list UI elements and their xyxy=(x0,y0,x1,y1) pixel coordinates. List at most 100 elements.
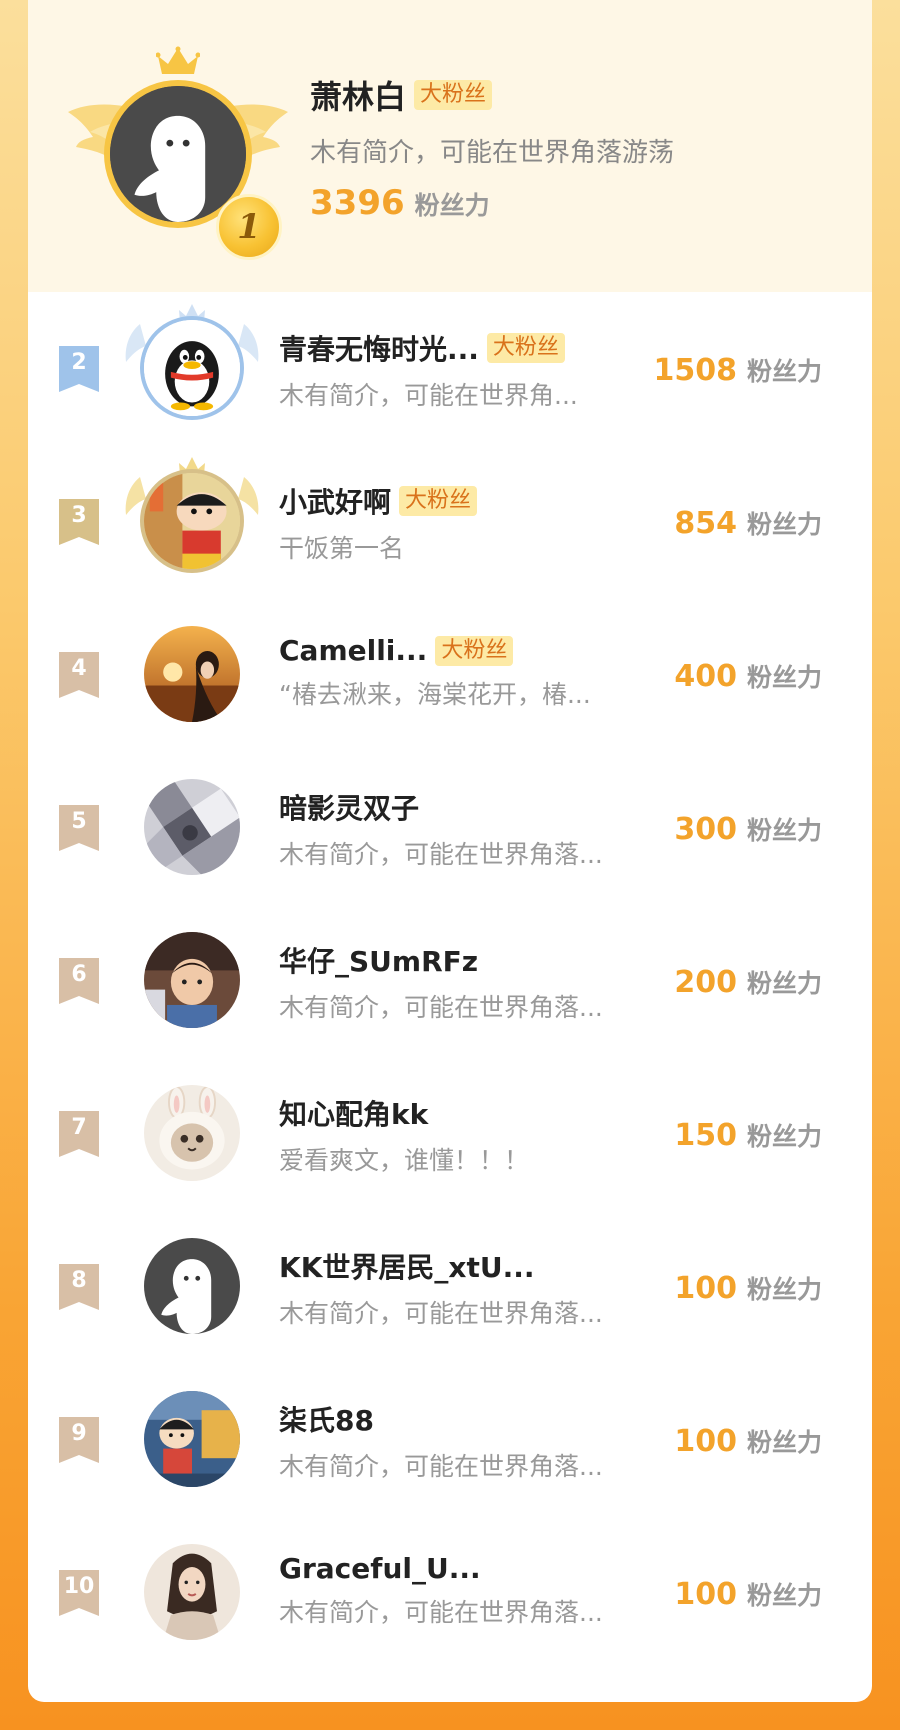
avatar[interactable] xyxy=(144,626,240,722)
list-item-name[interactable]: 暗影灵双子 xyxy=(279,787,419,827)
list-item-name[interactable]: 青春无悔时光... xyxy=(279,328,479,368)
list-item[interactable]: 7 知心配角kk 爱看爽文，谁懂！！！ 150 粉丝力 xyxy=(28,1057,872,1210)
avatar[interactable] xyxy=(144,320,240,416)
fan-level-badge: 大粉丝 xyxy=(414,80,493,110)
list-item-score: 854 粉丝力 xyxy=(674,505,822,541)
avatar[interactable] xyxy=(144,1544,240,1640)
list-item-bio: 木有简介，可能在世界角落... xyxy=(279,1299,603,1328)
fan-power-unit: 粉丝力 xyxy=(746,1428,822,1457)
fan-power-unit: 粉丝力 xyxy=(746,1275,822,1304)
list-item-score: 200 粉丝力 xyxy=(674,964,822,1000)
list-item-bio: 木有简介，可能在世界角... xyxy=(279,381,578,410)
rank-flag-icon: 3 xyxy=(59,499,99,545)
rank-flag-icon: 7 xyxy=(59,1111,99,1157)
list-item-name[interactable]: 知心配角kk xyxy=(279,1093,428,1133)
cartoon-boy-avatar-icon xyxy=(144,473,240,569)
avatar[interactable] xyxy=(110,86,246,222)
fan-power-unit: 粉丝力 xyxy=(746,969,822,998)
list-item[interactable]: 8 KK世界居民_xtU... 木有简介，可能在世界角落... 100 粉丝力 xyxy=(28,1210,872,1363)
crown-icon xyxy=(156,46,200,74)
list-item-name[interactable]: KK世界居民_xtU... xyxy=(279,1246,535,1286)
rank-number: 5 xyxy=(71,809,87,834)
top-fan-name-row: 萧林白 大粉丝 xyxy=(310,72,674,118)
list-item-name-row: 暗影灵双子 xyxy=(279,787,603,827)
list-item-bio: 干饭第一名 xyxy=(279,534,405,563)
list-item-name[interactable]: Camelli... xyxy=(279,634,427,667)
rank-flag-icon: 9 xyxy=(59,1417,99,1463)
top-fan-info: 萧林白 大粉丝 木有简介，可能在世界角落游荡 3396 粉丝力 xyxy=(310,72,674,223)
penguin-avatar-icon xyxy=(144,320,240,416)
list-item-info: 暗影灵双子 木有简介，可能在世界角落... xyxy=(279,787,603,871)
avatar[interactable] xyxy=(144,1238,240,1334)
list-item-info: 知心配角kk 爱看爽文，谁懂！！！ xyxy=(279,1093,529,1177)
avatar[interactable] xyxy=(144,473,240,569)
avatar[interactable] xyxy=(144,1085,240,1181)
fan-power-value: 100 xyxy=(674,1271,737,1306)
top-fan-avatar-frame[interactable]: 1 xyxy=(68,36,288,260)
top-fan-bio: 木有简介，可能在世界角落游荡 xyxy=(310,138,675,168)
list-item-name[interactable]: Graceful_U... xyxy=(279,1552,481,1585)
list-item-score: 400 粉丝力 xyxy=(674,658,822,694)
rank-flag-icon: 10 xyxy=(59,1570,99,1616)
cartoon-figure-avatar-icon xyxy=(144,1391,240,1487)
top-fan-section[interactable]: 1 萧林白 大粉丝 木有简介，可能在世界角落游荡 3396 粉丝力 xyxy=(28,0,872,292)
list-item[interactable]: 6 华仔_SUmRFz 木有简介，可能在世界角落... 200 粉丝力 xyxy=(28,904,872,1057)
top-fan-name[interactable]: 萧林白 xyxy=(310,72,406,118)
rank-flag-icon: 5 xyxy=(59,805,99,851)
list-item-info: 青春无悔时光... 大粉丝 木有简介，可能在世界角... xyxy=(279,328,578,412)
fan-power-unit: 粉丝力 xyxy=(746,1581,822,1610)
rank-flag-icon: 6 xyxy=(59,958,99,1004)
list-item-name-row: KK世界居民_xtU... xyxy=(279,1246,603,1286)
list-item[interactable]: 9 柒氏88 木有简介，可能在世界角落... 100 粉丝力 xyxy=(28,1363,872,1516)
default-ghost-avatar-icon xyxy=(110,86,246,222)
bronze-avatar-ring xyxy=(140,469,244,573)
list-item-name-row: 青春无悔时光... 大粉丝 xyxy=(279,328,578,368)
list-item[interactable]: 4 Camelli... 大粉丝 “椿去湫来，海棠花开，椿... 400 粉丝力 xyxy=(28,598,872,751)
list-item-bio: 木有简介，可能在世界角落... xyxy=(279,1452,603,1481)
fan-power-value: 1508 xyxy=(653,353,737,388)
fan-power-value: 400 xyxy=(674,659,737,694)
list-item[interactable]: 3 小武好啊 大粉丝 干饭第一名 854 粉丝力 xyxy=(28,445,872,598)
fan-level-badge: 大粉丝 xyxy=(486,333,565,363)
fan-power-value: 200 xyxy=(674,965,737,1000)
fan-power-value: 100 xyxy=(674,1424,737,1459)
woman-portrait-avatar-icon xyxy=(144,1544,240,1640)
list-item-score: 300 粉丝力 xyxy=(674,811,822,847)
list-item-bio: 木有简介，可能在世界角落... xyxy=(279,840,603,869)
avatar[interactable] xyxy=(144,1391,240,1487)
list-item-bio: 木有简介，可能在世界角落... xyxy=(279,993,603,1022)
list-item[interactable]: 10 Graceful_U... 木有简介，可能在世界角落... 100 粉丝力 xyxy=(28,1516,872,1669)
rank-number: 4 xyxy=(71,656,87,681)
fan-power-value: 300 xyxy=(674,812,737,847)
rank-number: 6 xyxy=(71,962,87,987)
list-item-name[interactable]: 华仔_SUmRFz xyxy=(279,940,478,980)
fan-power-unit: 粉丝力 xyxy=(746,663,822,692)
avatar[interactable] xyxy=(144,779,240,875)
sunset-girl-avatar-icon xyxy=(144,626,240,722)
avatar[interactable] xyxy=(144,932,240,1028)
fan-power-unit: 粉丝力 xyxy=(414,191,490,220)
rank-number: 7 xyxy=(71,1115,87,1140)
list-item-score: 150 粉丝力 xyxy=(674,1117,822,1153)
rank-1-medal: 1 xyxy=(216,194,282,260)
list-item-score: 1508 粉丝力 xyxy=(653,352,822,388)
fan-power-value: 100 xyxy=(674,1577,737,1612)
fan-ranking-card: 1 萧林白 大粉丝 木有简介，可能在世界角落游荡 3396 粉丝力 2 青春无悔… xyxy=(28,0,872,1702)
fan-power-unit: 粉丝力 xyxy=(746,510,822,539)
list-item-bio: 爱看爽文，谁懂！！！ xyxy=(279,1146,530,1175)
list-item[interactable]: 5 暗影灵双子 木有简介，可能在世界角落... 300 粉丝力 xyxy=(28,751,872,904)
grey-pattern-avatar-icon xyxy=(144,779,240,875)
rank-flag-icon: 8 xyxy=(59,1264,99,1310)
rank-number: 9 xyxy=(71,1421,87,1446)
silver-avatar-ring xyxy=(140,316,244,420)
list-item[interactable]: 2 青春无悔时光... 大粉丝 木有简介，可能在世界角... 1508 粉丝力 xyxy=(28,292,872,445)
cat-bunny-avatar-icon xyxy=(144,1085,240,1181)
fan-power-value: 150 xyxy=(674,1118,737,1153)
top-fan-score: 3396 粉丝力 xyxy=(310,183,674,223)
fan-power-unit: 粉丝力 xyxy=(746,357,822,386)
list-item-info: KK世界居民_xtU... 木有简介，可能在世界角落... xyxy=(279,1246,603,1330)
list-item-name[interactable]: 小武好啊 xyxy=(279,481,391,521)
list-item-score: 100 粉丝力 xyxy=(674,1576,822,1612)
list-item-name-row: Camelli... 大粉丝 xyxy=(279,634,591,667)
list-item-name[interactable]: 柒氏88 xyxy=(279,1399,374,1439)
